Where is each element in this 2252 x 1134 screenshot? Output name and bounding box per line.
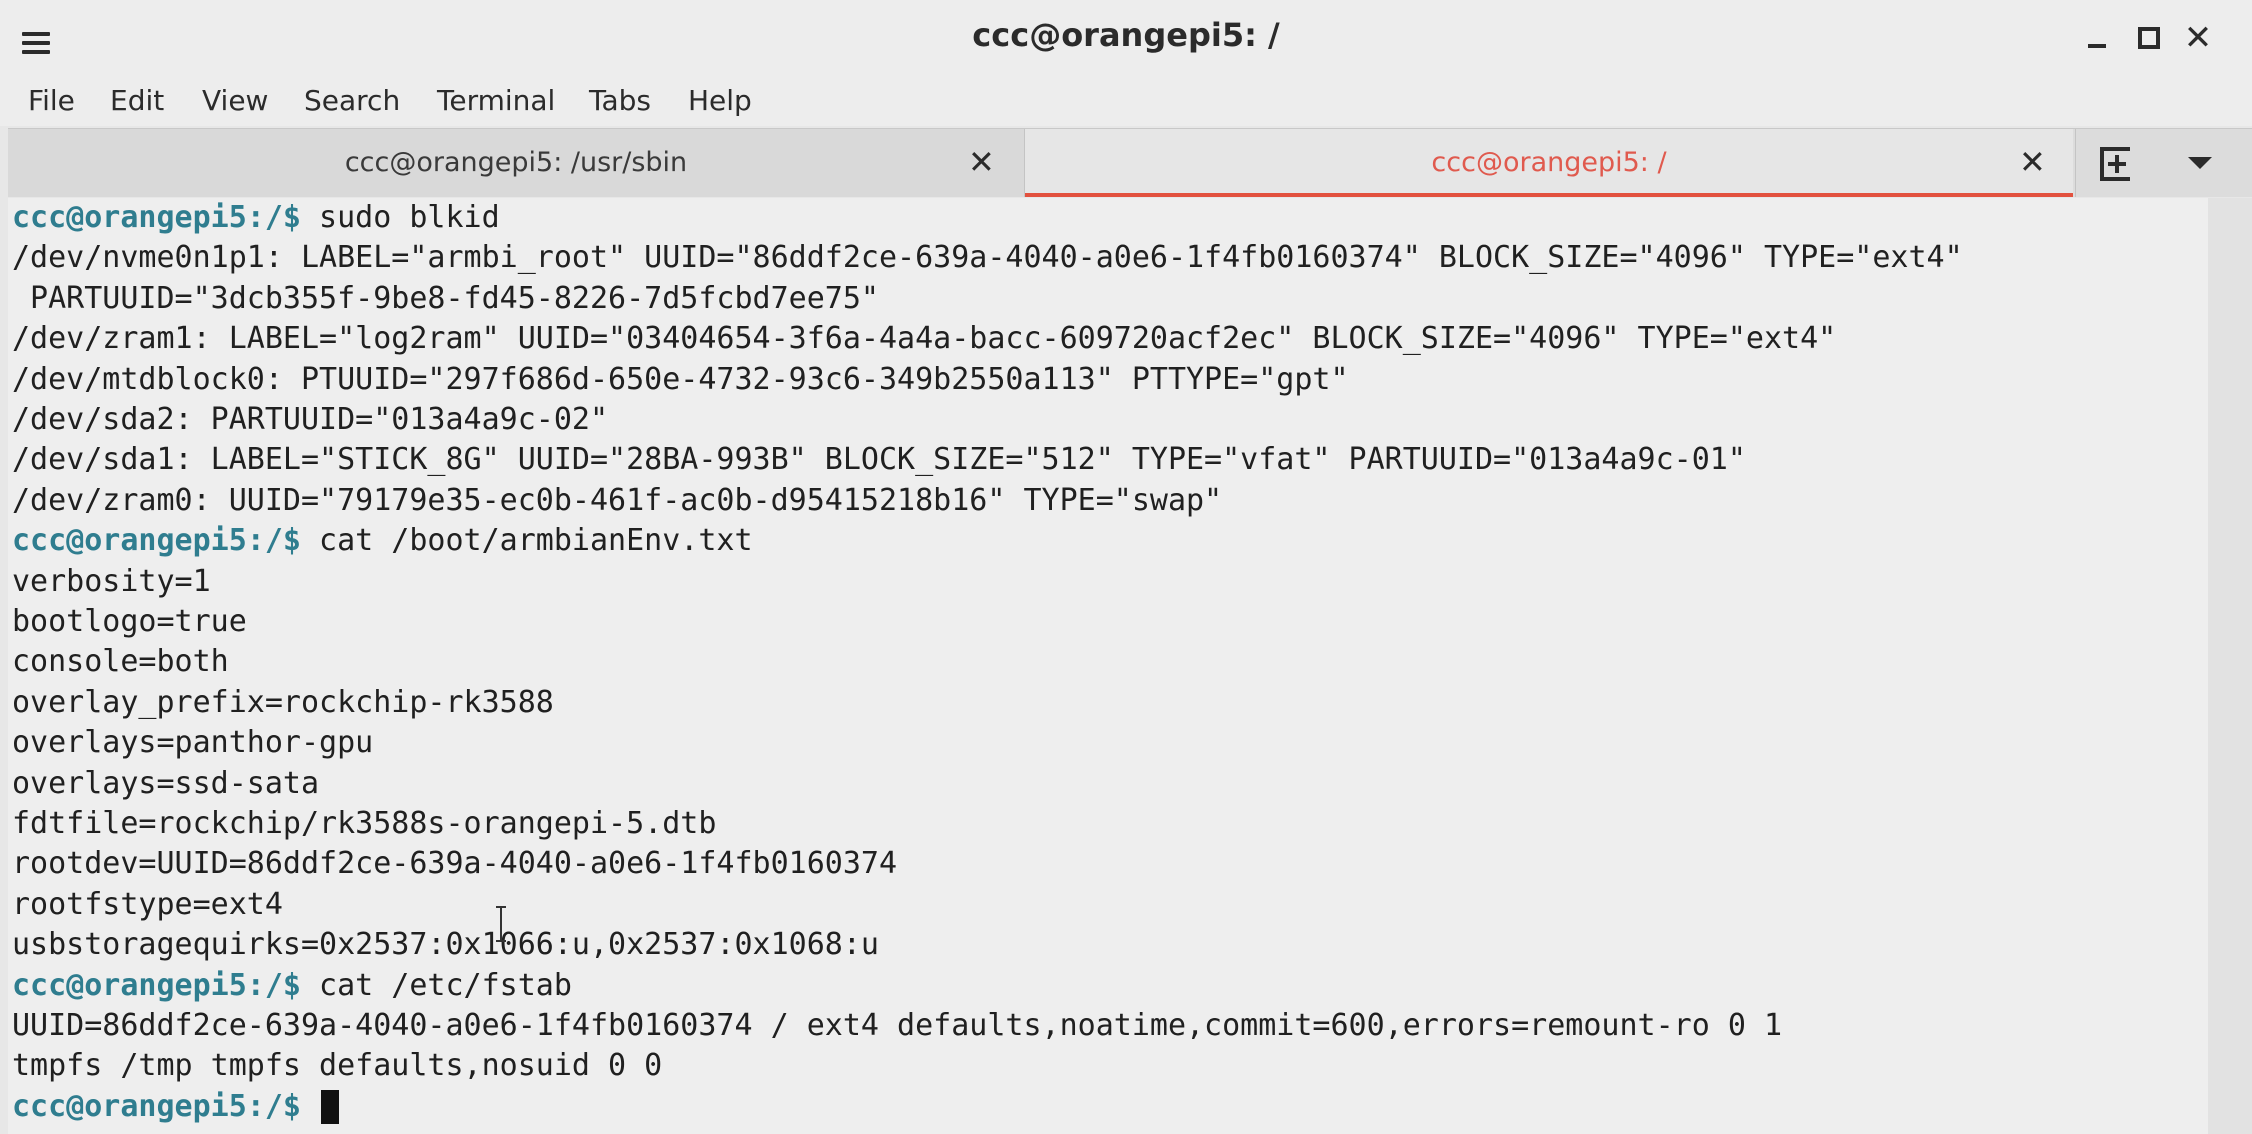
terminal-line: /dev/mtdblock0: PTUUID="297f686d-650e-47… <box>12 360 1349 400</box>
line-text: /dev/mtdblock0: PTUUID="297f686d-650e-47… <box>12 361 1349 397</box>
menu-search[interactable]: Search <box>304 84 400 117</box>
line-text: bootlogo=true <box>12 604 247 639</box>
line-text: cat /etc/fstab <box>300 967 572 1003</box>
minimize-icon[interactable] <box>2078 18 2118 58</box>
terminal-line: usbstoragequirks=0x2537:0x1066:u,0x2537:… <box>12 925 879 965</box>
title-bar[interactable]: ccc@orangepi5: / ✕ <box>0 0 2252 76</box>
terminal-line: tmpfs /tmp tmpfs defaults,nosuid 0 0 <box>12 1046 662 1086</box>
line-text: cat /boot/armbianEnv.txt <box>300 523 753 559</box>
new-tab-icon <box>2100 147 2130 181</box>
text-cursor-ibeam-icon <box>496 906 506 942</box>
terminal-line: /dev/zram0: UUID="79179e35-ec0b-461f-ac0… <box>12 481 1222 521</box>
menu-file[interactable]: File <box>28 84 75 117</box>
terminal-line: UUID=86ddf2ce-639a-4040-a0e6-1f4fb016037… <box>12 1006 1782 1046</box>
tab-usr-sbin[interactable]: ccc@orangepi5: /usr/sbin ✕ <box>8 129 1025 197</box>
terminal-cursor <box>321 1090 340 1125</box>
line-text: UUID=86ddf2ce-639a-4040-a0e6-1f4fb016037… <box>12 1008 1783 1043</box>
shell-prompt: ccc@orangepi5:/$ <box>12 1088 301 1124</box>
menu-help[interactable]: Help <box>688 84 752 117</box>
window-title: ccc@orangepi5: / <box>972 16 1280 54</box>
menu-tabs[interactable]: Tabs <box>589 84 651 117</box>
terminal-line: overlay_prefix=rockchip-rk3588 <box>12 683 554 723</box>
tab-label: ccc@orangepi5: /usr/sbin <box>344 147 688 178</box>
terminal-line: ccc@orangepi5:/$ sudo blkid <box>12 198 500 238</box>
line-text: overlays=ssd-sata <box>12 765 320 801</box>
terminal-line: overlays=panthor-gpu <box>12 723 373 763</box>
terminal-line: ccc@orangepi5:/$ cat /boot/armbianEnv.tx… <box>12 521 753 561</box>
terminal-line: /dev/zram1: LABEL="log2ram" UUID="034046… <box>12 319 1836 359</box>
line-text: overlay_prefix=rockchip-rk3588 <box>12 684 554 720</box>
line-text: /dev/nvme0n1p1: LABEL="armbi_root" UUID=… <box>12 240 1963 276</box>
terminal-window: ccc@orangepi5: / ✕ File Edit View Search… <box>0 0 2252 1134</box>
terminal-line: /dev/sda2: PARTUUID="013a4a9c-02" <box>12 400 608 440</box>
line-text: rootfstype=ext4 <box>12 886 283 922</box>
terminal-line: console=both <box>12 642 229 682</box>
shell-prompt: ccc@orangepi5:/$ <box>12 967 301 1003</box>
line-text: /dev/sda1: LABEL="STICK_8G" UUID="28BA-9… <box>12 442 1746 478</box>
terminal-line: rootdev=UUID=86ddf2ce-639a-4040-a0e6-1f4… <box>12 844 897 884</box>
tab-label: ccc@orangepi5: / <box>1431 147 1667 178</box>
terminal-line: rootfstype=ext4 <box>12 885 283 925</box>
terminal-line: verbosity=1 <box>12 562 211 602</box>
line-text: tmpfs /tmp tmpfs defaults,nosuid 0 0 <box>12 1048 663 1084</box>
terminal-scrollbar[interactable] <box>2208 198 2252 1134</box>
menu-edit[interactable]: Edit <box>110 84 164 117</box>
tab-root-active[interactable]: ccc@orangepi5: / ✕ <box>1025 129 2073 197</box>
menu-view[interactable]: View <box>202 84 268 117</box>
line-text: rootdev=UUID=86ddf2ce-639a-4040-a0e6-1f4… <box>12 846 898 882</box>
line-text: PARTUUID="3dcb355f-9be8-fd45-8226-7d5fcb… <box>12 280 879 316</box>
line-text <box>301 1089 319 1124</box>
line-text: /dev/sda2: PARTUUID="013a4a9c-02" <box>12 402 609 437</box>
shell-prompt: ccc@orangepi5:/$ <box>12 200 301 235</box>
tab-list-dropdown-icon[interactable] <box>2158 129 2238 197</box>
tab-close-icon[interactable]: ✕ <box>968 143 995 181</box>
line-text: sudo blkid <box>300 200 500 235</box>
shell-prompt: ccc@orangepi5:/$ <box>12 523 301 559</box>
maximize-icon[interactable] <box>2128 18 2168 58</box>
terminal-line: /dev/sda1: LABEL="STICK_8G" UUID="28BA-9… <box>12 440 1746 480</box>
line-text: console=both <box>12 644 229 680</box>
terminal-output[interactable]: ccc@orangepi5:/$ sudo blkid/dev/nvme0n1p… <box>8 198 2208 1134</box>
line-text: usbstoragequirks=0x2537:0x1066:u,0x2537:… <box>12 927 879 963</box>
terminal-line: /dev/nvme0n1p1: LABEL="armbi_root" UUID=… <box>12 238 1963 278</box>
close-icon[interactable]: ✕ <box>2178 18 2218 58</box>
terminal-line: bootlogo=true <box>12 602 247 642</box>
terminal-line: overlays=ssd-sata <box>12 764 319 804</box>
new-tab-button[interactable] <box>2075 129 2156 197</box>
terminal-line: fdtfile=rockchip/rk3588s-orangepi-5.dtb <box>12 804 716 844</box>
line-text: /dev/zram1: LABEL="log2ram" UUID="034046… <box>12 321 1837 357</box>
menu-terminal[interactable]: Terminal <box>437 84 555 117</box>
tab-bar: ccc@orangepi5: /usr/sbin ✕ ccc@orangepi5… <box>8 128 2252 197</box>
terminal-line: PARTUUID="3dcb355f-9be8-fd45-8226-7d5fcb… <box>12 279 879 319</box>
tab-close-icon[interactable]: ✕ <box>2019 143 2046 181</box>
terminal-line: ccc@orangepi5:/$ <box>12 1087 340 1127</box>
line-text: verbosity=1 <box>12 563 211 599</box>
line-text: overlays=panthor-gpu <box>12 725 374 761</box>
line-text: /dev/zram0: UUID="79179e35-ec0b-461f-ac0… <box>12 482 1223 518</box>
menu-bar: File Edit View Search Terminal Tabs Help <box>0 76 2252 126</box>
line-text: fdtfile=rockchip/rk3588s-orangepi-5.dtb <box>12 806 717 841</box>
terminal-line: ccc@orangepi5:/$ cat /etc/fstab <box>12 966 572 1006</box>
